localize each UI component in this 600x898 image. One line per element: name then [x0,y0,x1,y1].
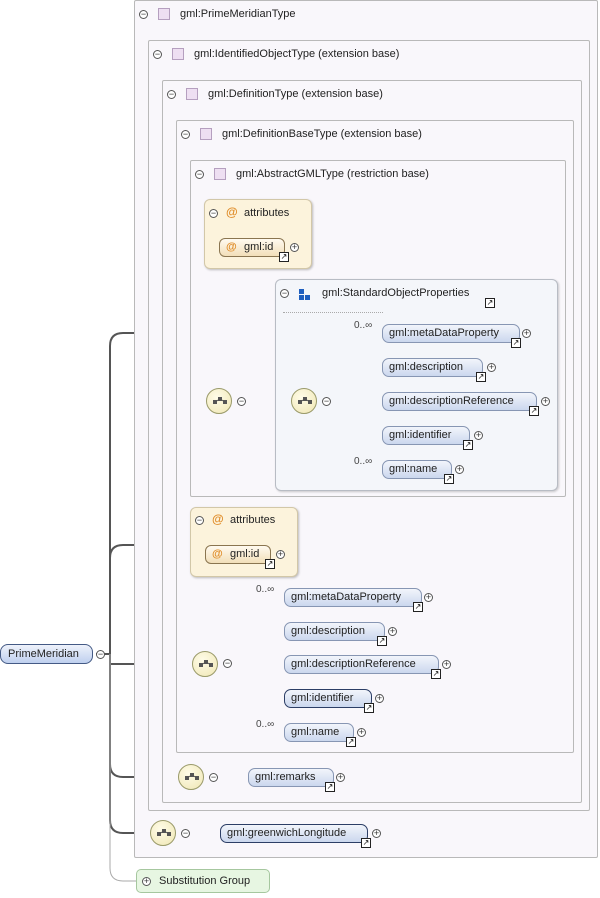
collapse-toggle-icon[interactable]: − [237,397,246,406]
reference-arrow-icon: ↗ [431,669,441,679]
sequence-compositor-icon[interactable] [192,651,218,677]
definition-type-label: gml:DefinitionType (extension base) [208,88,383,100]
abstract-gml-type-label: gml:AbstractGMLType (restriction base) [236,168,429,180]
element-descriptionreference[interactable]: gml:descriptionReference [284,655,439,674]
element-name[interactable]: gml:name [284,723,354,742]
element-descriptionreference[interactable]: gml:descriptionReference [382,392,537,411]
reference-arrow-icon: ↗ [485,298,495,308]
reference-arrow-icon: ↗ [346,737,356,747]
attributes-label: attributes [230,514,276,526]
cardinality-label: 0..∞ [354,456,373,467]
expand-toggle-icon[interactable]: + [474,431,483,440]
complex-type-icon [200,128,212,140]
collapse-toggle-icon[interactable]: − [96,650,105,659]
expand-toggle-icon[interactable]: + [290,243,299,252]
attribute-at-icon: @ [226,241,237,253]
reference-arrow-icon: ↗ [361,838,371,848]
reference-arrow-icon: ↗ [413,602,423,612]
collapse-toggle-icon[interactable]: − [209,773,218,782]
complex-type-icon [186,88,198,100]
cardinality-label: 0..∞ [256,719,275,730]
collapse-toggle-icon[interactable]: − [139,10,148,19]
collapse-toggle-icon[interactable]: − [280,289,289,298]
complex-type-icon [214,168,226,180]
expand-toggle-icon[interactable]: + [541,397,550,406]
attribute-name: gml:id [244,241,274,253]
collapse-toggle-icon[interactable]: − [181,829,190,838]
element-metadataproperty[interactable]: gml:metaDataProperty [382,324,520,343]
reference-arrow-icon: ↗ [476,372,486,382]
substitution-group-box[interactable]: + Substitution Group [136,869,270,893]
sequence-compositor-icon[interactable] [178,764,204,790]
reference-arrow-icon: ↗ [279,252,289,262]
collapse-toggle-icon[interactable]: − [167,90,176,99]
sequence-compositor-icon[interactable] [150,820,176,846]
attribute-at-icon: @ [212,512,224,526]
cardinality-label: 0..∞ [256,584,275,595]
prime-meridian-type-label: gml:PrimeMeridianType [180,8,296,20]
attribute-at-icon: @ [226,205,238,219]
reference-arrow-icon: ↗ [325,782,335,792]
expand-toggle-icon[interactable]: + [142,877,151,886]
expand-toggle-icon[interactable]: + [442,660,451,669]
element-remarks[interactable]: gml:remarks [248,768,334,787]
sequence-compositor-icon[interactable] [206,388,232,414]
attribute-at-icon: @ [212,548,223,560]
element-metadataproperty[interactable]: gml:metaDataProperty [284,588,422,607]
element-identifier[interactable]: gml:identifier [284,689,372,708]
attribute-name: gml:id [230,548,260,560]
reference-arrow-icon: ↗ [529,406,539,416]
expand-toggle-icon[interactable]: + [357,728,366,737]
element-greenwich-longitude[interactable]: gml:greenwichLongitude [220,824,368,843]
identified-object-type-label: gml:IdentifiedObjectType (extension base… [194,48,400,60]
reference-arrow-icon: ↗ [511,338,521,348]
complex-type-icon [158,8,170,20]
expand-toggle-icon[interactable]: + [424,593,433,602]
attributes-label: attributes [244,207,290,219]
collapse-toggle-icon[interactable]: − [181,130,190,139]
expand-toggle-icon[interactable]: + [487,363,496,372]
complex-type-icon [172,48,184,60]
collapse-toggle-icon[interactable]: − [209,209,218,218]
collapse-toggle-icon[interactable]: − [195,516,204,525]
divider [283,312,383,313]
reference-arrow-icon: ↗ [377,636,387,646]
expand-toggle-icon[interactable]: + [276,550,285,559]
collapse-toggle-icon[interactable]: − [153,50,162,59]
reference-arrow-icon: ↗ [265,559,275,569]
expand-toggle-icon[interactable]: + [388,627,397,636]
collapse-toggle-icon[interactable]: − [322,397,331,406]
element-description[interactable]: gml:description [284,622,385,641]
element-name[interactable]: gml:name [382,460,452,479]
sequence-compositor-icon[interactable] [291,388,317,414]
reference-arrow-icon: ↗ [444,474,454,484]
group-icon [299,289,310,300]
expand-toggle-icon[interactable]: + [336,773,345,782]
substitution-group-label: Substitution Group [159,875,251,887]
group-name-label: gml:StandardObjectProperties [322,287,470,299]
attribute-gml-id[interactable]: @ gml:id [205,545,271,564]
element-description[interactable]: gml:description [382,358,483,377]
expand-toggle-icon[interactable]: + [522,329,531,338]
expand-toggle-icon[interactable]: + [372,829,381,838]
expand-toggle-icon[interactable]: + [455,465,464,474]
collapse-toggle-icon[interactable]: − [195,170,204,179]
root-element-prime-meridian[interactable]: PrimeMeridian [0,644,93,664]
reference-arrow-icon: ↗ [364,703,374,713]
collapse-toggle-icon[interactable]: − [223,659,232,668]
expand-toggle-icon[interactable]: + [375,694,384,703]
reference-arrow-icon: ↗ [463,440,473,450]
attribute-gml-id[interactable]: @ gml:id [219,238,285,257]
definition-base-type-label: gml:DefinitionBaseType (extension base) [222,128,422,140]
element-identifier[interactable]: gml:identifier [382,426,470,445]
cardinality-label: 0..∞ [354,320,373,331]
